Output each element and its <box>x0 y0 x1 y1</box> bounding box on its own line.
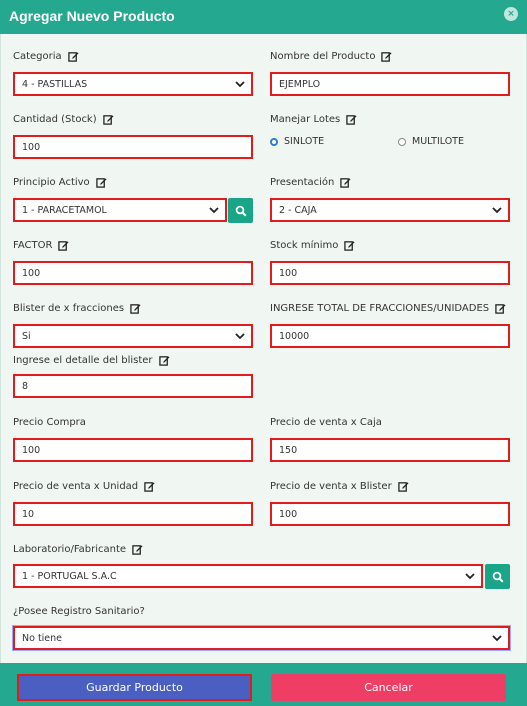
blister-select[interactable]: Si <box>13 324 253 348</box>
edit-icon <box>398 481 409 492</box>
search-icon <box>235 205 247 217</box>
stock-min-input[interactable]: 100 <box>270 261 510 285</box>
lotes-label: Manejar Lotes <box>270 114 357 125</box>
laboratorio-label: Laboratorio/Fabricante <box>13 544 143 555</box>
precio-caja-label: Precio de venta x Caja <box>270 417 382 428</box>
chevron-down-icon <box>492 207 502 214</box>
edit-icon <box>159 355 170 366</box>
edit-icon <box>144 481 155 492</box>
precio-caja-input[interactable]: 150 <box>270 438 510 462</box>
edit-icon <box>58 240 69 251</box>
registro-select[interactable]: No tiene <box>13 626 510 650</box>
precio-blister-input[interactable]: 100 <box>270 502 510 526</box>
chevron-down-icon <box>492 635 502 642</box>
precio-blister-label: Precio de venta x Blister <box>270 481 409 492</box>
precio-unidad-input[interactable]: 10 <box>13 502 253 526</box>
radio-selected-icon <box>270 137 278 146</box>
factor-input[interactable]: 100 <box>13 261 253 285</box>
categoria-label: Categoria <box>13 51 79 62</box>
edit-icon <box>103 114 114 125</box>
modal-title: Agregar Nuevo Producto <box>9 8 175 24</box>
precio-compra-input[interactable]: 100 <box>13 438 253 462</box>
radio-sinlote[interactable]: SINLOTE <box>270 136 324 147</box>
categoria-select[interactable]: 4 - PASTILLAS <box>13 72 253 96</box>
chevron-down-icon <box>235 81 245 88</box>
edit-icon <box>68 51 79 62</box>
principio-label: Principio Activo <box>13 177 107 188</box>
cantidad-input[interactable]: 100 <box>13 135 253 159</box>
close-icon[interactable]: × <box>504 7 518 21</box>
total-fracciones-input[interactable]: 10000 <box>270 324 510 348</box>
edit-icon <box>340 177 351 188</box>
chevron-down-icon <box>209 207 219 214</box>
blister-label: Blister de x fracciones <box>13 303 141 314</box>
laboratorio-select[interactable]: 1 - PORTUGAL S.A.C <box>13 564 483 588</box>
modal-header: Agregar Nuevo Producto × <box>0 0 527 34</box>
edit-icon <box>344 240 355 251</box>
factor-label: FACTOR <box>13 240 69 251</box>
edit-icon <box>130 303 141 314</box>
search-icon <box>492 571 504 583</box>
precio-unidad-label: Precio de venta x Unidad <box>13 481 155 492</box>
presentacion-label: Presentación <box>270 177 351 188</box>
edit-icon <box>381 51 392 62</box>
total-fracciones-label: INGRESE TOTAL DE FRACCIONES/UNIDADES <box>270 303 506 314</box>
detalle-blister-label: Ingrese el detalle del blister <box>13 355 170 366</box>
laboratorio-search-button[interactable] <box>485 564 510 589</box>
chevron-down-icon <box>235 333 245 340</box>
radio-unselected-icon <box>398 137 406 146</box>
nombre-label: Nombre del Producto <box>270 51 392 62</box>
detalle-blister-input[interactable]: 8 <box>13 374 253 398</box>
radio-multilote[interactable]: MULTILOTE <box>398 136 464 147</box>
precio-compra-label: Precio Compra <box>13 417 86 428</box>
edit-icon <box>96 177 107 188</box>
edit-icon <box>495 303 506 314</box>
cantidad-label: Cantidad (Stock) <box>13 114 114 125</box>
principio-search-button[interactable] <box>228 198 253 223</box>
save-button[interactable]: Guardar Producto <box>17 674 252 701</box>
edit-icon <box>346 114 357 125</box>
chevron-down-icon <box>465 573 475 580</box>
cancel-button[interactable]: Cancelar <box>271 674 506 701</box>
presentacion-select[interactable]: 2 - CAJA <box>270 198 510 222</box>
registro-label: ¿Posee Registro Sanitario? <box>13 606 145 617</box>
principio-select[interactable]: 1 - PARACETAMOL <box>13 198 227 222</box>
stock-min-label: Stock mínimo <box>270 240 355 251</box>
nombre-input[interactable]: EJEMPLO <box>270 72 510 96</box>
edit-icon <box>132 544 143 555</box>
